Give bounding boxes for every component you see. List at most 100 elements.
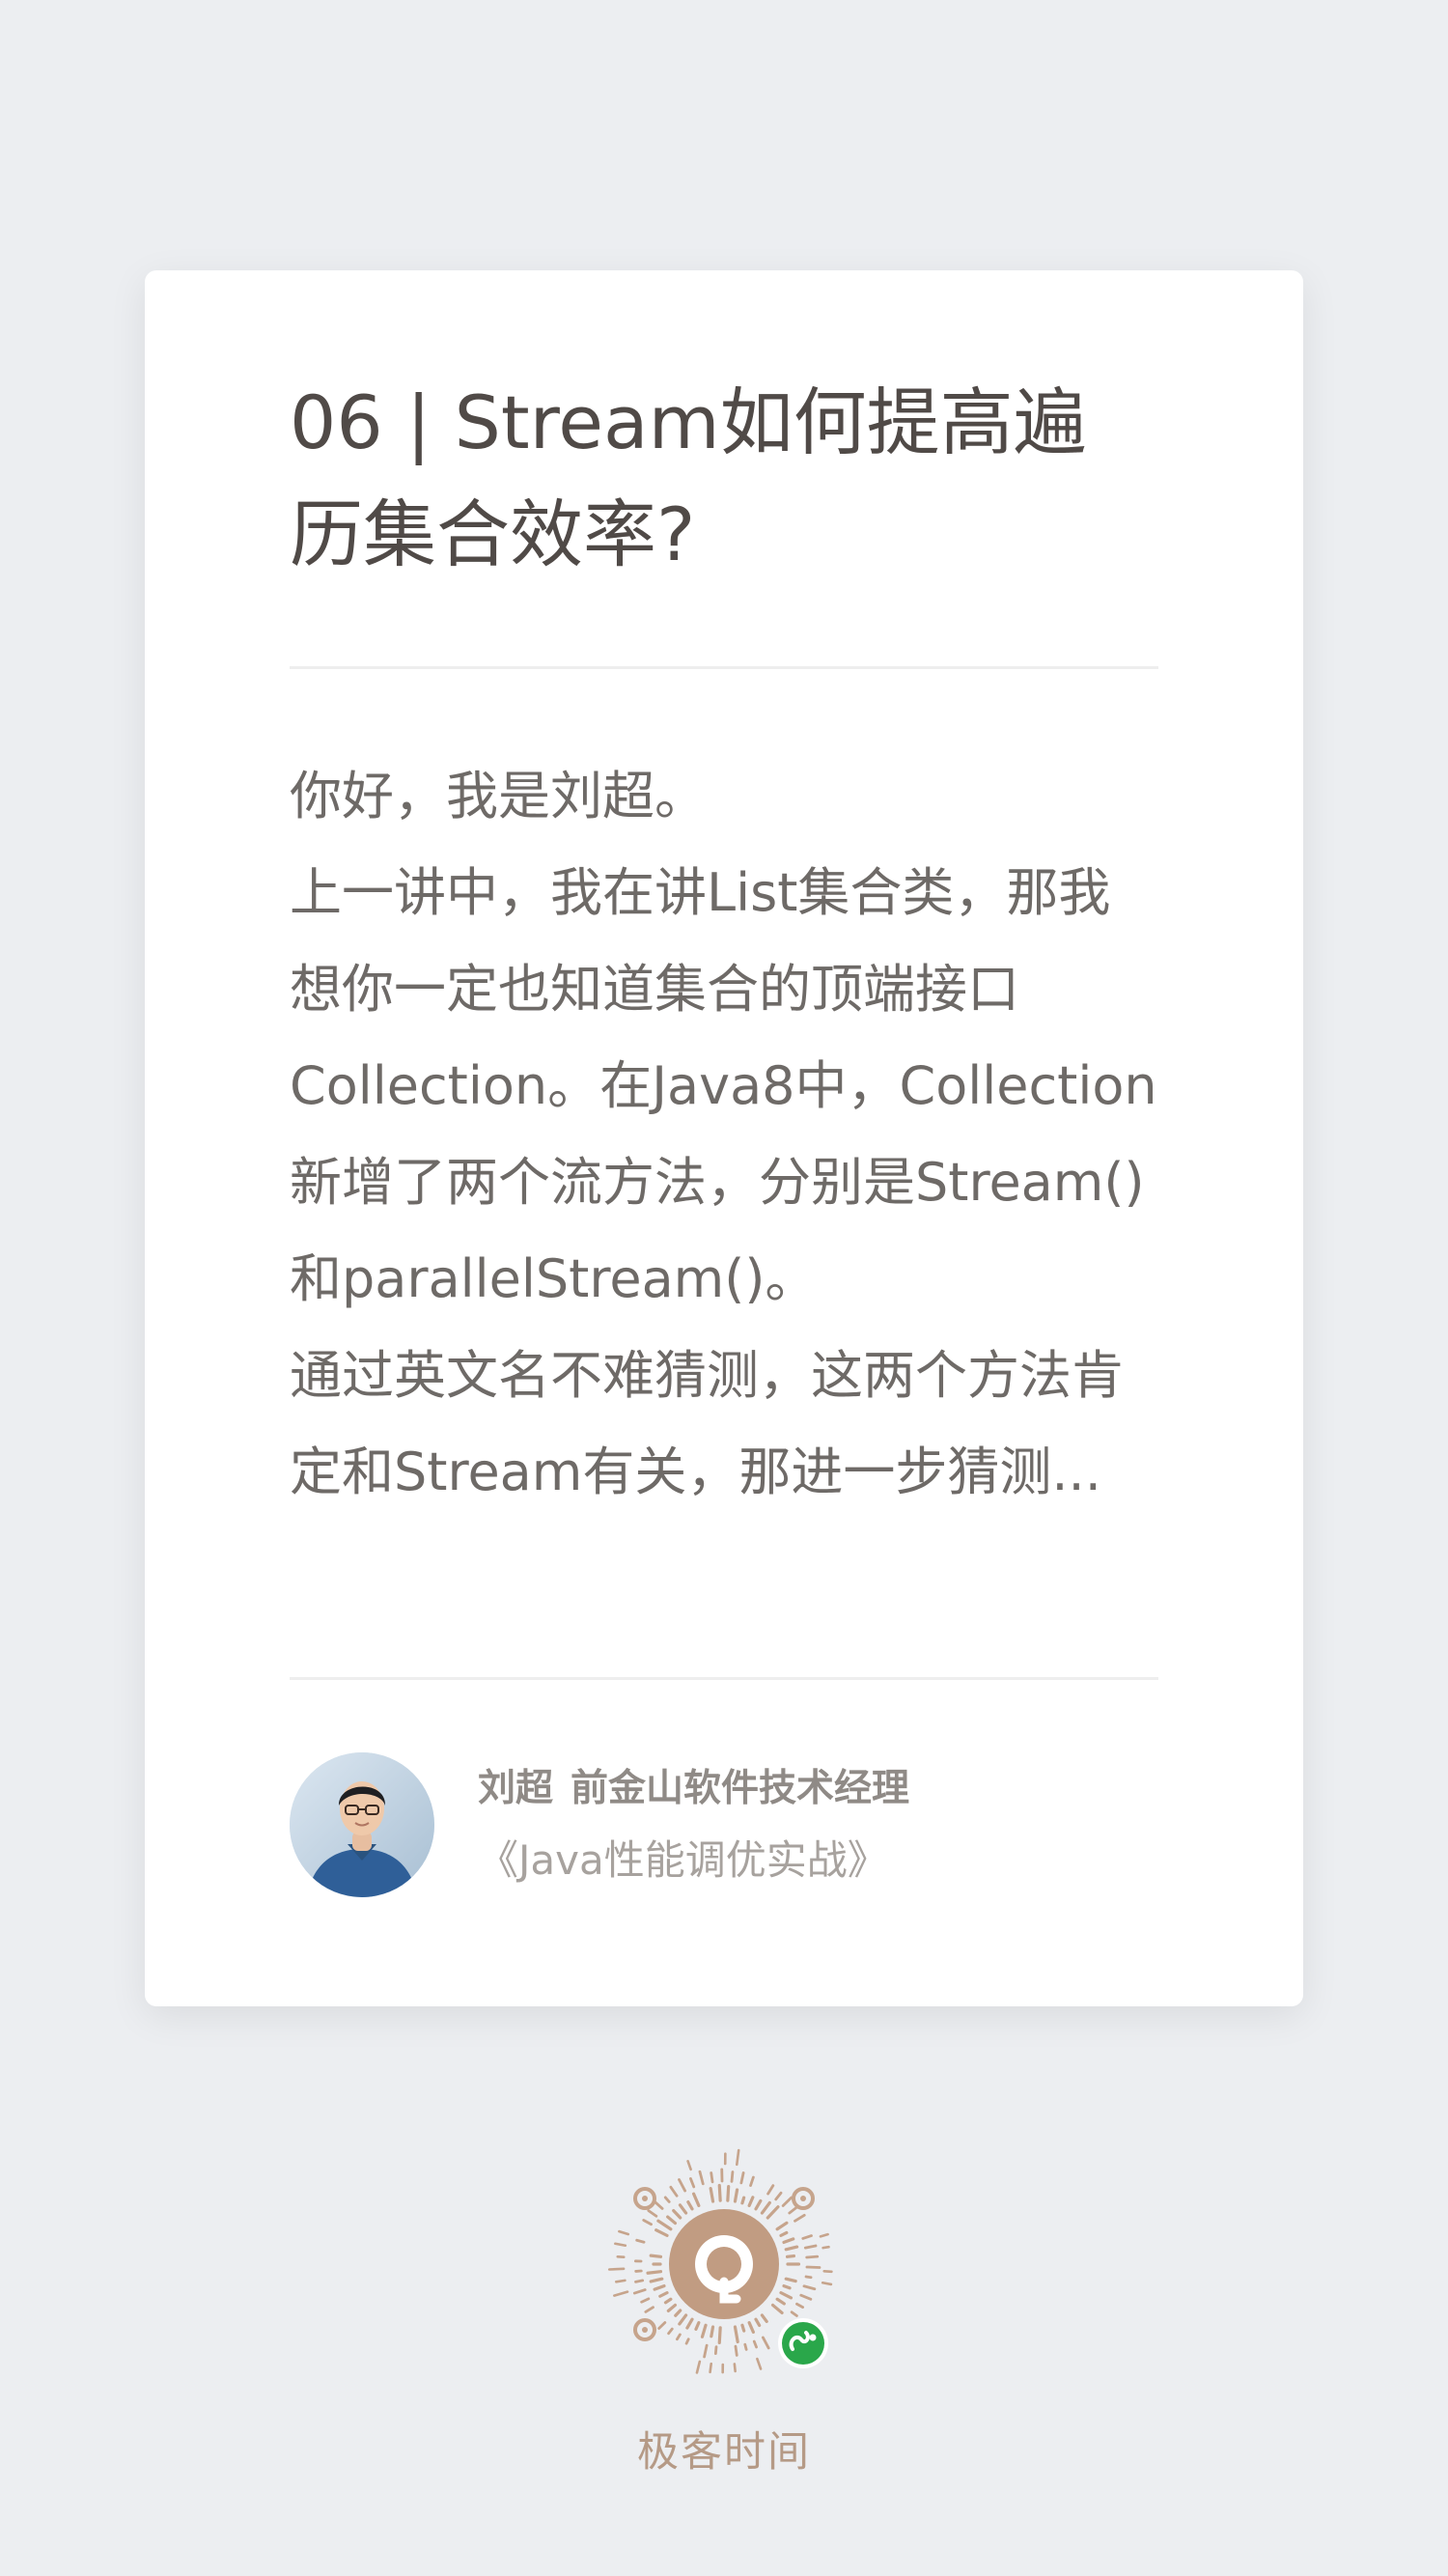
qr-ray	[676, 2333, 682, 2341]
qr-ray	[819, 2232, 829, 2238]
qr-ray	[614, 2242, 627, 2248]
qr-ray	[607, 2267, 626, 2271]
qr-ray	[649, 2254, 663, 2258]
qr-ray	[730, 2170, 735, 2183]
qr-ray	[678, 2203, 688, 2215]
title-divider	[290, 666, 1158, 669]
qr-ray	[785, 2254, 796, 2258]
qr-ray	[694, 2321, 701, 2331]
qr-ray	[781, 2196, 794, 2207]
qr-ray	[710, 2325, 715, 2338]
qr-ray	[790, 2310, 798, 2317]
qr-ray	[754, 2198, 763, 2211]
qr-ray	[669, 2185, 679, 2198]
qr-ray	[749, 2175, 755, 2187]
qr-ray	[646, 2270, 663, 2275]
qr-ray	[760, 2313, 768, 2323]
article-title: 06 | Stream如何提高遍 历集合效率?	[290, 379, 1087, 577]
qr-ray	[801, 2234, 813, 2240]
qr-ray	[726, 2184, 731, 2202]
qr-ray	[805, 2254, 820, 2259]
qr-ray	[717, 2326, 722, 2345]
qr-ray	[709, 2187, 715, 2203]
qr-ray	[689, 2177, 696, 2189]
qr-ray	[685, 2317, 694, 2330]
miniprogram-qr-code-icon[interactable]	[599, 2139, 849, 2390]
qr-ray	[640, 2297, 651, 2304]
qr-ray	[686, 2200, 694, 2211]
qr-ray	[761, 2336, 770, 2350]
qr-ray	[766, 2205, 780, 2220]
qr-ray	[774, 2191, 783, 2201]
qr-ray	[634, 2279, 645, 2283]
qr-ray	[644, 2306, 654, 2313]
qr-ray	[686, 2160, 692, 2171]
qr-ray	[667, 2327, 674, 2336]
qr-ray	[678, 2313, 688, 2326]
qr-ray	[632, 2288, 647, 2295]
qr-ray	[743, 2342, 748, 2351]
qr-ray	[794, 2213, 806, 2223]
brand-name: 极客时间	[637, 2428, 811, 2477]
author-divider	[290, 1677, 1158, 1680]
qr-ray	[663, 2196, 671, 2203]
qr-ray	[788, 2206, 798, 2215]
qr-ray	[775, 2297, 786, 2306]
article-card: 06 | Stream如何提高遍 历集合效率? 你好，我是刘超。 上一讲中，我在…	[145, 270, 1303, 2006]
qr-ray	[674, 2309, 682, 2317]
qr-ray	[770, 2303, 784, 2315]
qr-ray	[710, 2171, 714, 2184]
qr-ray	[613, 2290, 629, 2297]
qr-ray	[654, 2228, 669, 2237]
qr-ray	[775, 2221, 789, 2231]
qr-ray	[739, 2171, 745, 2185]
author-info-line: 刘超 前金山软件技术经理	[478, 1762, 909, 1816]
share-poster-page: 06 | Stream如何提高遍 历集合效率? 你好，我是刘超。 上一讲中，我在…	[0, 0, 1448, 2576]
qr-ray	[684, 2338, 690, 2345]
qr-ray	[642, 2219, 653, 2226]
qr-ray	[733, 2188, 739, 2203]
qr-ray	[756, 2357, 763, 2370]
qr-ray	[740, 2196, 746, 2205]
author-role: 前金山软件技术经理	[571, 1767, 910, 1810]
qr-ray	[740, 2323, 746, 2333]
qr-ray	[663, 2297, 673, 2305]
qr-ray	[647, 2209, 658, 2218]
qr-ray	[717, 2183, 722, 2202]
qr-ray	[703, 2343, 709, 2359]
qr-ray	[804, 2275, 813, 2280]
author-avatar	[290, 1752, 434, 1897]
qr-ray	[734, 2344, 738, 2357]
qr-ray	[747, 2321, 755, 2334]
qr-ray	[779, 2230, 789, 2237]
qr-ray	[799, 2293, 813, 2301]
qr-ray	[760, 2200, 771, 2215]
avatar-image	[290, 1752, 434, 1897]
qr-ray	[666, 2215, 678, 2226]
qr-ray	[752, 2339, 758, 2349]
qr-ray	[779, 2291, 794, 2300]
qr-ray	[658, 2291, 669, 2298]
miniprogram-badge-icon	[778, 2318, 828, 2368]
qr-ray	[782, 2283, 792, 2290]
qr-ray	[803, 2244, 818, 2250]
qr-ray	[615, 2279, 627, 2283]
article-excerpt: 你好，我是刘超。 上一讲中，我在讲List集合类，那我 想你一定也知道集合的顶端…	[290, 766, 1157, 1502]
qr-ray	[656, 2219, 673, 2231]
qr-ray	[654, 2200, 664, 2210]
qr-ray	[635, 2238, 646, 2244]
qr-ray	[784, 2245, 799, 2252]
qr-code-graphic	[607, 2148, 833, 2374]
qr-ray	[735, 2148, 740, 2167]
qr-ray	[802, 2284, 817, 2291]
qr-ray	[672, 2209, 682, 2220]
qr-ray	[657, 2321, 667, 2330]
author-section: 刘超 前金山软件技术经理 《Java性能调优实战》	[290, 1752, 1158, 1897]
qr-ray	[700, 2323, 708, 2338]
qr-ray	[653, 2283, 666, 2291]
qr-ray	[698, 2170, 705, 2186]
qr-ray	[821, 2281, 833, 2286]
qr-ray	[747, 2196, 755, 2207]
qr-ray	[784, 2277, 797, 2283]
qr-ray	[766, 2184, 775, 2196]
